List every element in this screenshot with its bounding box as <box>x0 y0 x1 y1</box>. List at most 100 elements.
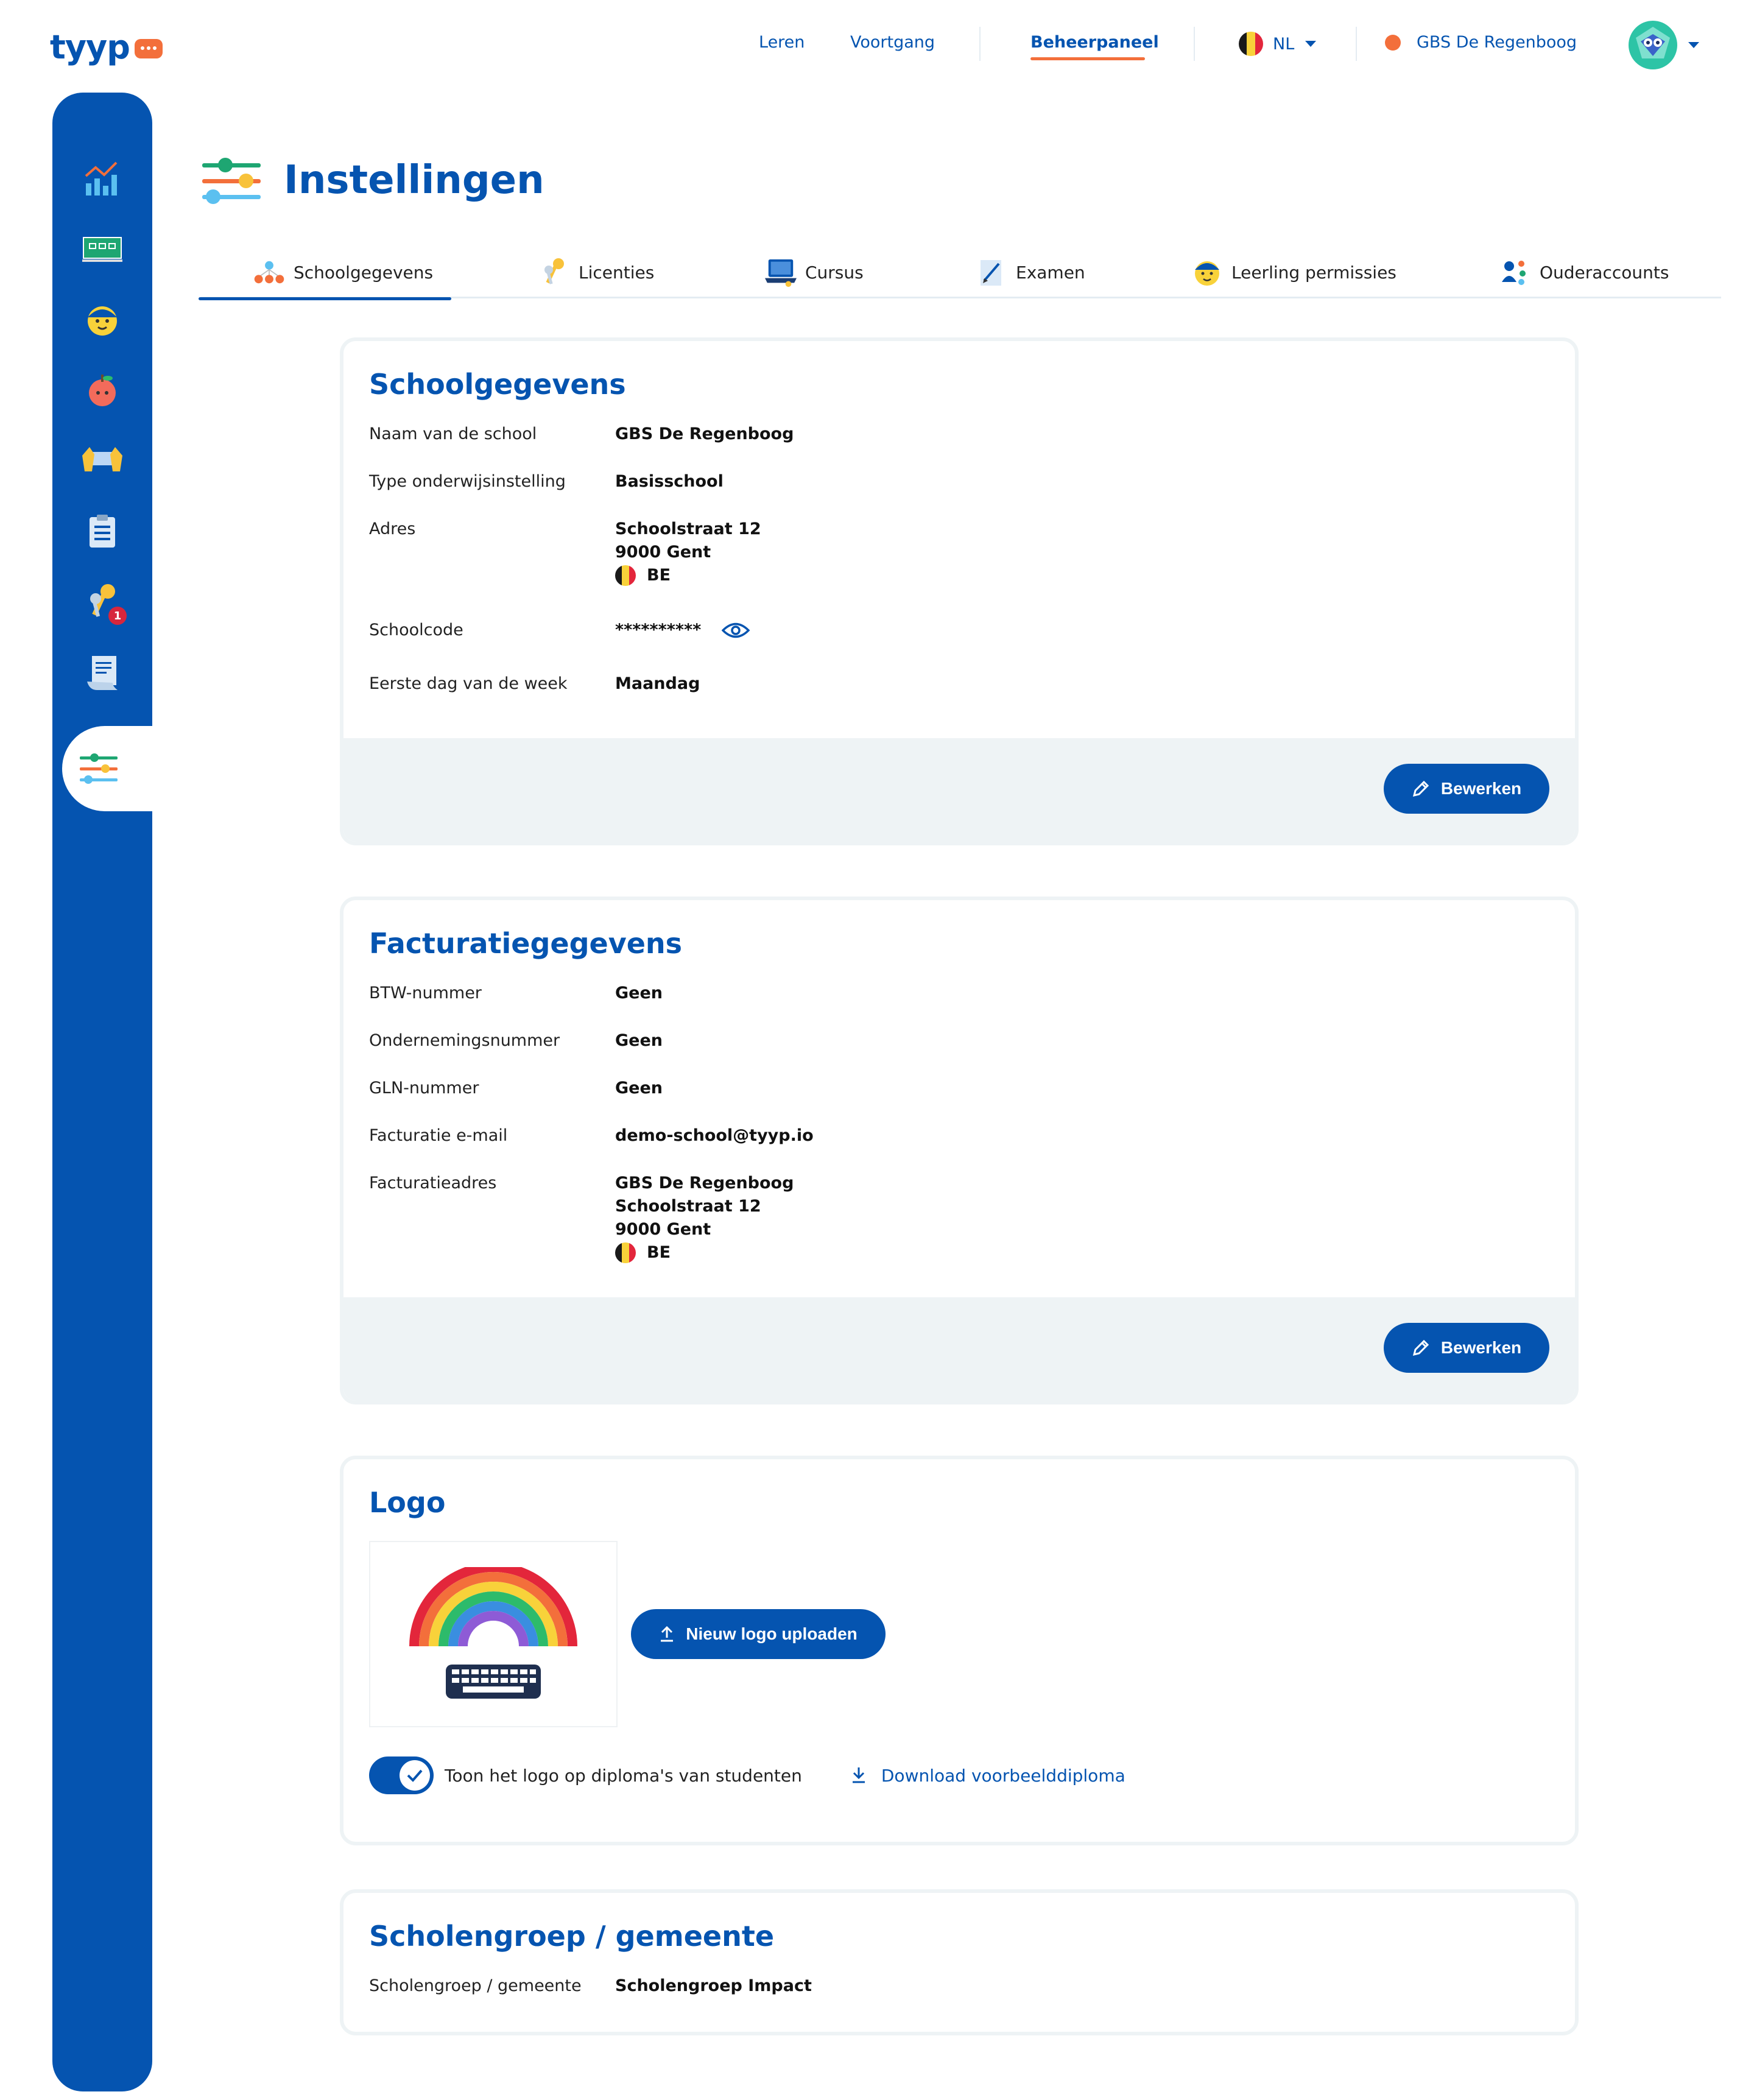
address-country: BE <box>647 566 671 585</box>
address-line: Schoolstraat 12 <box>615 520 761 538</box>
nav-divider <box>1194 27 1195 61</box>
belgium-flag-icon <box>1239 32 1263 56</box>
billing-address-row: Facturatieadres GBS De Regenboog Schools… <box>369 1172 1549 1264</box>
row-label: BTW-nummer <box>369 984 482 1002</box>
card-footer: Bewerken <box>343 738 1575 842</box>
nav-link-leren[interactable]: Leren <box>759 33 805 52</box>
toggle-label: Toon het logo op diploma's van studenten <box>445 1765 802 1786</box>
belgium-flag-icon <box>615 1242 636 1263</box>
tab-label: Licenties <box>579 262 655 283</box>
eye-icon <box>722 622 750 638</box>
row-value: Basisschool <box>615 472 724 491</box>
row-label: Adres <box>369 520 416 538</box>
tab-label: Ouderaccounts <box>1540 262 1669 283</box>
settings-tabs: Schoolgegevens Licenties Cursus Examen L… <box>198 246 1721 300</box>
address-line: GBS De Regenboog <box>615 1174 794 1193</box>
button-label: Nieuw logo uploaden <box>686 1624 858 1643</box>
card-footer: Bewerken <box>343 1297 1575 1401</box>
sidebar-item-classes[interactable] <box>80 227 124 270</box>
tab-leerling-permissies[interactable]: Leerling permissies <box>1191 246 1397 298</box>
row-label: GLN-nummer <box>369 1079 479 1098</box>
tab-ouderaccounts[interactable]: Ouderaccounts <box>1499 246 1669 298</box>
sidebar: 1 <box>52 93 184 2091</box>
page-title: Instellingen <box>284 158 544 203</box>
card-title: Logo <box>369 1486 446 1519</box>
parents-icon <box>1499 256 1531 288</box>
row-label: Facturatieadres <box>369 1174 497 1193</box>
address-line: 9000 Gent <box>615 1220 711 1239</box>
nav-link-voortgang[interactable]: Voortgang <box>850 33 935 52</box>
school-address-row: Adres Schoolstraat 12 9000 Gent BE <box>369 518 1549 587</box>
row-value: Geen <box>615 1031 663 1050</box>
upload-logo-button[interactable]: Nieuw logo uploaden <box>631 1609 886 1659</box>
tab-label: Cursus <box>805 262 864 283</box>
rainbow-keyboard-logo <box>409 1567 577 1699</box>
row-value: Maandag <box>615 674 700 693</box>
pencil-icon <box>1412 1339 1430 1357</box>
tab-label: Leerling permissies <box>1231 262 1397 283</box>
button-label: Bewerken <box>1440 1338 1522 1357</box>
classroom-board-icon <box>82 237 122 262</box>
sidebar-item-certificates[interactable] <box>80 650 124 694</box>
show-logo-on-diploma-toggle[interactable] <box>369 1756 434 1794</box>
hierarchy-icon <box>253 256 285 288</box>
tab-licenties[interactable]: Licenties <box>538 246 654 298</box>
hands-keyboard-icon <box>82 447 122 471</box>
checkmark-icon <box>407 1769 423 1782</box>
edit-school-button[interactable]: Bewerken <box>1384 764 1549 814</box>
download-diploma-link[interactable]: Download voorbeelddiploma <box>851 1766 1125 1786</box>
sidebar-item-exams[interactable] <box>80 509 124 553</box>
avatar-icon <box>1629 21 1677 69</box>
sidebar-item-typing[interactable] <box>80 439 124 482</box>
page-header: Instellingen <box>201 155 544 206</box>
school-selector[interactable]: GBS De Regenboog <box>1385 33 1577 52</box>
download-icon <box>852 1767 865 1783</box>
billing-details-card: Facturatiegegevens BTW-nummer Geen Onder… <box>340 897 1579 1404</box>
certificate-icon <box>87 656 118 690</box>
row-value: demo-school@tyyp.io <box>615 1126 814 1145</box>
sidebar-item-progress[interactable] <box>80 156 124 200</box>
address-line: Schoolstraat 12 <box>615 1197 761 1216</box>
language-selector[interactable]: NL <box>1239 32 1317 56</box>
tab-label: Examen <box>1016 262 1085 283</box>
pencil-icon <box>1412 780 1430 798</box>
row-label: Ondernemingsnummer <box>369 1031 560 1050</box>
nav-link-beheerpaneel[interactable]: Beheerpaneel <box>1030 33 1159 52</box>
belgium-flag-icon <box>615 565 636 586</box>
chevron-down-icon <box>1688 42 1699 48</box>
license-badge-count: 1 <box>108 607 127 625</box>
sidebar-item-settings[interactable] <box>77 747 121 791</box>
tab-cursus[interactable]: Cursus <box>765 246 864 298</box>
tab-label: Schoolgegevens <box>294 262 434 283</box>
row-label: Schoolcode <box>369 621 463 640</box>
button-label: Bewerken <box>1440 779 1522 798</box>
logo-card: Logo Nieuw logo uploaden Toon het logo o… <box>340 1456 1579 1845</box>
row-label: Naam van de school <box>369 425 537 443</box>
sidebar-item-licenses[interactable]: 1 <box>80 580 127 625</box>
language-code: NL <box>1273 34 1295 54</box>
settings-sliders-icon <box>202 158 261 204</box>
card-title: Schoolgegevens <box>369 368 626 401</box>
row-label: Facturatie e-mail <box>369 1126 508 1145</box>
sidebar-item-teachers[interactable] <box>80 368 124 412</box>
nav-divider <box>1356 27 1357 61</box>
tab-schoolgegevens[interactable]: Schoolgegevens <box>198 246 452 300</box>
school-details-card: Schoolgegevens Naam van de school GBS De… <box>340 337 1579 845</box>
sidebar-item-students[interactable] <box>80 297 124 341</box>
show-code-button[interactable] <box>722 621 750 640</box>
row-label: Eerste dag van de week <box>369 674 568 693</box>
card-title: Facturatiegegevens <box>369 927 683 960</box>
school-name-row: Naam van de school GBS De Regenboog <box>369 423 1549 446</box>
settings-sliders-icon <box>80 753 118 784</box>
user-menu[interactable] <box>1629 21 1699 69</box>
row-label: Type onderwijsinstelling <box>369 472 566 491</box>
row-label: Scholengroep / gemeente <box>369 1976 582 1995</box>
student-icon <box>88 306 117 336</box>
school-code-masked: ********** <box>615 621 702 640</box>
edit-billing-button[interactable]: Bewerken <box>1384 1323 1549 1373</box>
chat-bubble-icon <box>134 38 163 58</box>
gln-row: GLN-nummer Geen <box>369 1077 1549 1100</box>
row-value: GBS De Regenboog <box>615 425 794 443</box>
tab-examen[interactable]: Examen <box>976 246 1085 298</box>
tyyp-logo[interactable]: tyyp <box>50 28 163 66</box>
